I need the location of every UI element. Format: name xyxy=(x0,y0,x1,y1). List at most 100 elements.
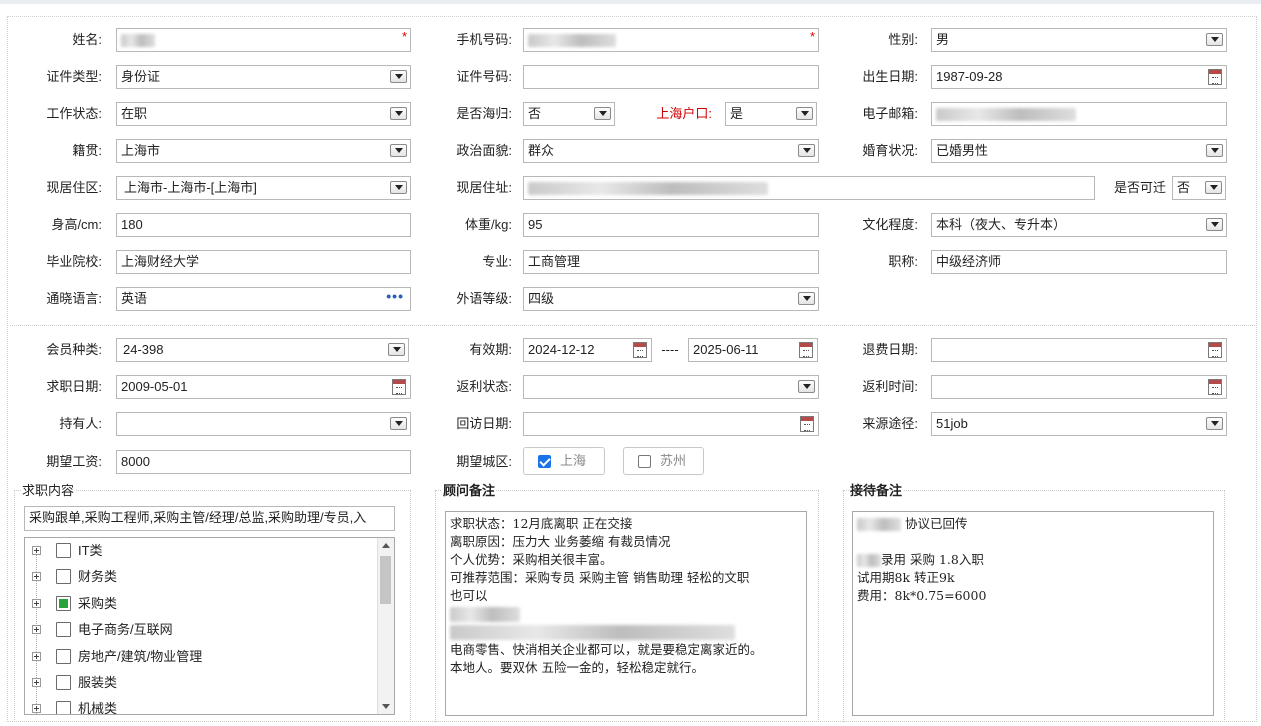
rebate-time-input[interactable] xyxy=(931,375,1227,399)
marital-select[interactable]: 已婚男性 xyxy=(931,139,1227,163)
calendar-icon[interactable] xyxy=(392,379,406,395)
reception-notes-textarea[interactable]: 协议已回传 录用 采购 1.8入职 试用期8k 转正9k 费用：8k*0.75=… xyxy=(852,511,1214,716)
chevron-down-icon[interactable] xyxy=(1206,144,1223,157)
tree-node[interactable]: 电子商务/互联网 xyxy=(25,617,375,643)
expand-icon[interactable] xyxy=(32,599,41,608)
chevron-down-icon[interactable] xyxy=(388,343,405,356)
political-select[interactable]: 群众 xyxy=(523,139,819,163)
expand-icon[interactable] xyxy=(32,652,41,661)
salary-input[interactable]: 8000 xyxy=(116,450,411,474)
top-bar xyxy=(0,0,1261,4)
refund-date-input[interactable] xyxy=(931,338,1227,362)
chevron-down-icon[interactable] xyxy=(1206,33,1223,46)
calendar-icon[interactable] xyxy=(800,416,814,432)
checkbox-partial-icon[interactable] xyxy=(56,596,71,611)
weight-input[interactable]: 95 xyxy=(523,213,819,237)
work-status-select[interactable]: 在职 xyxy=(116,102,411,126)
residence-area-select[interactable]: 上海市-上海市-[上海市] xyxy=(116,176,411,200)
holder-select[interactable] xyxy=(116,412,411,436)
city-option-shanghai[interactable]: 上海 xyxy=(523,447,605,475)
job-category-tree[interactable]: IT类 财务类 采购类 电子商务/互联网 房地产/建筑/物业管理 服装类 机械类 xyxy=(24,537,395,715)
checkbox-icon[interactable] xyxy=(56,622,71,637)
city-label: 期望城区: xyxy=(456,454,512,469)
chevron-down-icon[interactable] xyxy=(798,292,815,305)
chevron-down-icon[interactable] xyxy=(594,107,611,120)
visit-date-label: 回访日期: xyxy=(456,416,512,431)
chevron-down-icon[interactable] xyxy=(390,70,407,83)
city-option-suzhou[interactable]: 苏州 xyxy=(623,447,704,475)
chevron-down-icon[interactable] xyxy=(796,107,813,120)
hukou-select[interactable]: 是 xyxy=(725,102,817,126)
birth-date-input[interactable]: 1987-09-28 xyxy=(931,65,1227,89)
language-input[interactable]: 英语 ••• xyxy=(116,287,411,311)
calendar-icon[interactable] xyxy=(1208,342,1222,358)
expand-icon[interactable] xyxy=(32,546,41,555)
major-input[interactable]: 工商管理 xyxy=(523,250,819,274)
chevron-down-icon[interactable] xyxy=(390,417,407,430)
job-content-summary[interactable]: 采购跟单,采购工程师,采购主管/经理/总监,采购助理/专员,入 xyxy=(24,506,395,531)
calendar-icon[interactable] xyxy=(633,342,647,358)
calendar-icon[interactable] xyxy=(1208,379,1222,395)
gender-select[interactable]: 男 xyxy=(931,28,1227,52)
address-input[interactable] xyxy=(523,176,1095,200)
returnee-select[interactable]: 否 xyxy=(523,102,615,126)
email-input[interactable] xyxy=(931,102,1227,126)
title-input[interactable]: 中级经济师 xyxy=(931,250,1227,274)
visit-date-input[interactable] xyxy=(523,412,819,436)
source-select[interactable]: 51job xyxy=(931,412,1227,436)
rebate-status-select[interactable] xyxy=(523,375,819,399)
id-no-input[interactable] xyxy=(523,65,819,89)
calendar-icon[interactable] xyxy=(1208,69,1222,85)
height-input[interactable]: 180 xyxy=(116,213,411,237)
expand-icon[interactable] xyxy=(32,625,41,634)
validity-start-input[interactable]: 2024-12-12 xyxy=(523,338,652,362)
chevron-down-icon[interactable] xyxy=(390,144,407,157)
tree-node[interactable]: 财务类 xyxy=(25,564,375,590)
checkbox-icon[interactable] xyxy=(56,569,71,584)
chevron-down-icon[interactable] xyxy=(798,144,815,157)
consultant-notes-textarea[interactable]: 求职状态：12月底离职 正在交接 离职原因：压力大 业务萎缩 有裁员情况 个人优… xyxy=(445,511,807,716)
lang-level-label: 外语等级: xyxy=(456,291,512,306)
more-icon[interactable]: ••• xyxy=(386,288,404,307)
validity-separator: ---- xyxy=(661,342,679,357)
tree-scrollbar[interactable] xyxy=(377,538,394,714)
expand-icon[interactable] xyxy=(32,704,41,713)
scroll-thumb[interactable] xyxy=(380,556,391,604)
lang-level-select[interactable]: 四级 xyxy=(523,287,819,311)
relocate-select[interactable]: 否 xyxy=(1172,176,1226,200)
scroll-up-icon[interactable] xyxy=(382,543,390,548)
chevron-down-icon[interactable] xyxy=(798,380,815,393)
checkbox-icon[interactable] xyxy=(56,675,71,690)
expand-icon[interactable] xyxy=(32,678,41,687)
chevron-down-icon[interactable] xyxy=(1206,417,1223,430)
checkbox-checked-icon[interactable] xyxy=(538,455,551,468)
validity-end-input[interactable]: 2025-06-11 xyxy=(688,338,818,362)
job-date-input[interactable]: 2009-05-01 xyxy=(116,375,411,399)
id-type-select[interactable]: 身份证 xyxy=(116,65,411,89)
chevron-down-icon[interactable] xyxy=(390,107,407,120)
expand-icon[interactable] xyxy=(32,572,41,581)
chevron-down-icon[interactable] xyxy=(1205,181,1222,194)
note-line: 也可以 xyxy=(450,588,488,603)
education-select[interactable]: 本科（夜大、专升本） xyxy=(931,213,1227,237)
rebate-status-label: 返利状态: xyxy=(456,379,512,394)
chevron-down-icon[interactable] xyxy=(390,181,407,194)
checkbox-icon[interactable] xyxy=(56,543,71,558)
chevron-down-icon[interactable] xyxy=(1206,218,1223,231)
city-option-label: 苏州 xyxy=(660,453,687,468)
calendar-icon[interactable] xyxy=(799,342,813,358)
checkbox-icon[interactable] xyxy=(638,455,651,468)
scroll-down-icon[interactable] xyxy=(382,704,390,709)
name-input[interactable]: * xyxy=(116,28,411,52)
checkbox-icon[interactable] xyxy=(56,701,71,714)
tree-node[interactable]: 机械类 xyxy=(25,696,375,714)
school-input[interactable]: 上海财经大学 xyxy=(116,250,411,274)
tree-node[interactable]: 采购类 xyxy=(25,591,375,617)
phone-input[interactable]: * xyxy=(523,28,819,52)
tree-node[interactable]: IT类 xyxy=(25,538,375,564)
tree-node[interactable]: 房地产/建筑/物业管理 xyxy=(25,644,375,670)
checkbox-icon[interactable] xyxy=(56,649,71,664)
tree-node[interactable]: 服装类 xyxy=(25,670,375,696)
native-select[interactable]: 上海市 xyxy=(116,139,411,163)
member-type-select[interactable]: 24-398 xyxy=(116,338,409,362)
